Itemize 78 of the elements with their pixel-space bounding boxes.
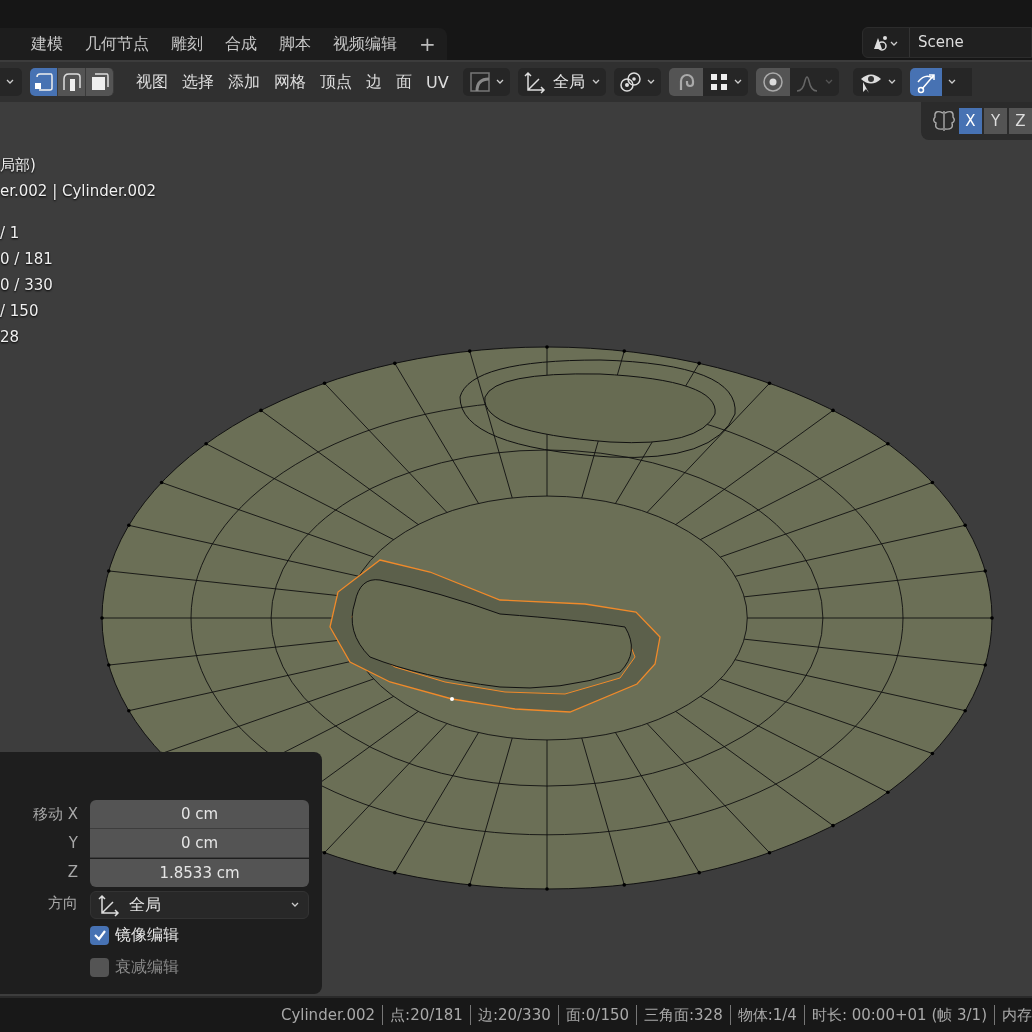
axes-icon — [97, 893, 121, 917]
orientation-dropdown[interactable]: 全局 — [90, 891, 309, 919]
menu-item[interactable]: 面 — [390, 68, 418, 96]
pivot-icon — [618, 70, 643, 94]
checkbox[interactable] — [90, 925, 109, 945]
workspace-tab[interactable]: 雕刻 — [160, 29, 214, 59]
chevron-icon — [494, 78, 505, 86]
stat-text: / 1 — [0, 223, 21, 244]
status-text: 内存 — [1002, 1005, 1032, 1025]
butterfly-icon — [931, 109, 957, 133]
edge-select-icon — [60, 71, 83, 93]
field-label: Y — [67, 833, 78, 854]
chevron-icon — [290, 901, 300, 909]
select-mode-button[interactable] — [58, 68, 86, 96]
viewport-info-text: er.002 | Cylinder.002 — [0, 181, 157, 202]
checkmark-icon — [92, 928, 107, 942]
workspace-tab[interactable]: 几何节点 — [74, 29, 160, 59]
snap-target-dropdown[interactable] — [702, 68, 748, 96]
menu-item[interactable]: 添加 — [222, 68, 266, 96]
snap-toggle[interactable] — [668, 68, 703, 96]
status-text: 点:20/181 — [390, 1005, 463, 1025]
axes-icon — [522, 70, 547, 94]
pivot-dropdown[interactable] — [613, 68, 661, 96]
stat-text: 0 / 181 — [0, 249, 54, 270]
status-text: 物体:1/4 — [737, 1005, 797, 1025]
uv-select-dropdown[interactable] — [462, 68, 510, 96]
mirror-axis-toggle[interactable]: Z — [1009, 108, 1032, 134]
stat-text: 28 — [0, 327, 21, 348]
target-icon — [760, 70, 785, 94]
status-text: 时长: 00:00+01 (帧 3/1) — [811, 1005, 987, 1025]
gizmo-toggle[interactable] — [909, 68, 944, 96]
vertex-select-icon — [32, 71, 55, 93]
checkbox-label: 衰减编辑 — [115, 956, 179, 978]
number-field[interactable]: 1.8533 cm — [90, 858, 309, 887]
chevron-icon — [5, 78, 15, 86]
scene-selector[interactable]: Scene — [862, 27, 1032, 58]
status-text: Cylinder.002 — [280, 1006, 376, 1024]
visibility-dropdown[interactable] — [852, 68, 902, 96]
checkbox[interactable] — [90, 957, 109, 977]
checkbox-label: 镜像编辑 — [115, 924, 179, 946]
menu-item[interactable]: 网格 — [268, 68, 312, 96]
chevron-icon — [823, 78, 834, 86]
field-label: Z — [66, 862, 78, 883]
stat-text: 0 / 330 — [0, 275, 54, 296]
status-text: 边:20/330 — [477, 1005, 551, 1025]
orientation-dropdown[interactable]: 全局 — [517, 68, 606, 96]
workspace-tab[interactable]: 建模 — [20, 29, 74, 59]
add-workspace-button[interactable]: + — [408, 29, 447, 59]
status-text: 面:0/150 — [565, 1005, 629, 1025]
menu-item[interactable]: 顶点 — [314, 68, 358, 96]
mode-dropdown[interactable] — [0, 68, 22, 96]
number-field[interactable]: 0 cm — [90, 829, 309, 858]
menu-item[interactable]: 选择 — [176, 68, 220, 96]
chevron-icon — [732, 78, 743, 86]
chevron-icon — [946, 78, 957, 86]
mirror-axis-toggle[interactable]: Y — [984, 108, 1007, 134]
3d-viewport[interactable]: 局部) er.002 | Cylinder.002 / 1 0 / 181 0 / 330 / 150 28 X Y Z 移动 X 0 cm Y 0 cm Z 1.8533 cm 方向 全局 镜像编辑 衰减编辑 — [0, 102, 1032, 996]
chevron-icon — [645, 78, 656, 86]
chevron-icon — [590, 78, 601, 86]
select-mode-button[interactable] — [30, 68, 58, 96]
number-field[interactable]: 0 cm — [90, 800, 309, 829]
menu-item[interactable]: UV — [420, 68, 455, 96]
field-label: 方向 — [47, 892, 78, 914]
workspace-tab[interactable]: 脚本 — [268, 29, 322, 59]
workspace-tab[interactable]: 合成 — [214, 29, 268, 59]
workspace-tab[interactable]: 视频编辑 — [322, 29, 408, 59]
chevron-icon — [886, 78, 897, 86]
menu-item[interactable]: 边 — [360, 68, 388, 96]
viewport-info-text: 局部) — [0, 155, 37, 176]
proportional-toggle[interactable] — [755, 68, 790, 96]
scene-name: Scene — [909, 28, 1031, 57]
menu-item[interactable]: 视图 — [130, 68, 174, 96]
status-text: 三角面:328 — [644, 1005, 723, 1025]
mirror-axis-toggle[interactable]: X — [959, 108, 982, 134]
field-label: 移动 X — [31, 804, 78, 825]
select-mode-button[interactable] — [86, 68, 114, 96]
curve-square-icon — [467, 70, 492, 94]
stat-text: / 150 — [0, 301, 40, 322]
